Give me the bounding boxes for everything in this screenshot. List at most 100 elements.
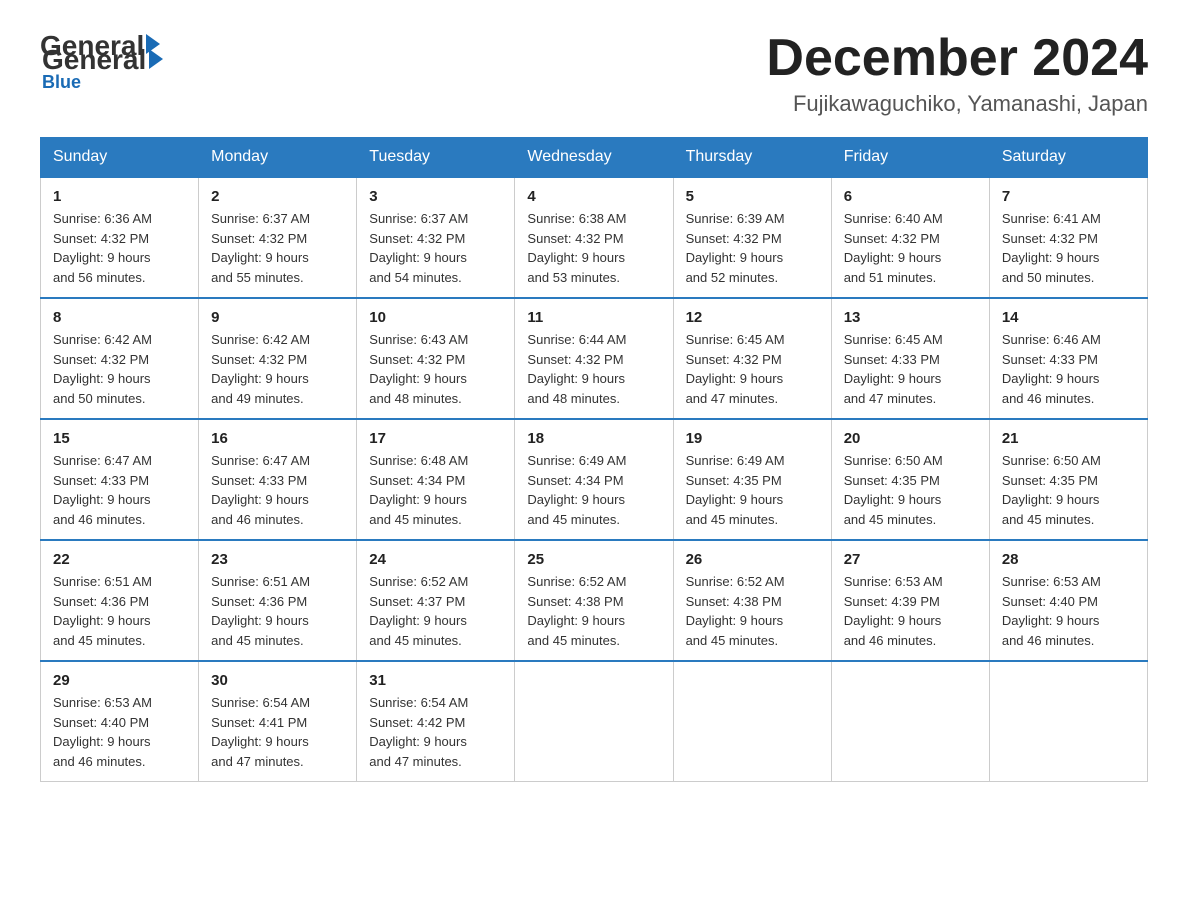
day-number: 10 (369, 309, 502, 326)
day-number: 7 (1002, 188, 1135, 205)
day-info: Sunrise: 6:46 AM Sunset: 4:33 PM Dayligh… (1002, 330, 1135, 408)
day-number: 14 (1002, 309, 1135, 326)
day-info: Sunrise: 6:52 AM Sunset: 4:38 PM Dayligh… (527, 572, 660, 650)
table-row: 30 Sunrise: 6:54 AM Sunset: 4:41 PM Dayl… (199, 661, 357, 782)
col-saturday: Saturday (989, 138, 1147, 178)
col-friday: Friday (831, 138, 989, 178)
day-number: 28 (1002, 551, 1135, 568)
day-info: Sunrise: 6:43 AM Sunset: 4:32 PM Dayligh… (369, 330, 502, 408)
table-row: 2 Sunrise: 6:37 AM Sunset: 4:32 PM Dayli… (199, 177, 357, 298)
table-row: 25 Sunrise: 6:52 AM Sunset: 4:38 PM Dayl… (515, 540, 673, 661)
logo-blue-text: Blue (42, 72, 81, 93)
col-thursday: Thursday (673, 138, 831, 178)
table-row: 1 Sunrise: 6:36 AM Sunset: 4:32 PM Dayli… (41, 177, 199, 298)
day-number: 11 (527, 309, 660, 326)
col-tuesday: Tuesday (357, 138, 515, 178)
table-row: 12 Sunrise: 6:45 AM Sunset: 4:32 PM Dayl… (673, 298, 831, 419)
table-row: 13 Sunrise: 6:45 AM Sunset: 4:33 PM Dayl… (831, 298, 989, 419)
day-number: 20 (844, 430, 977, 447)
day-info: Sunrise: 6:49 AM Sunset: 4:35 PM Dayligh… (686, 451, 819, 529)
page-header: General General Blue December 2024 Fujik… (40, 30, 1148, 117)
day-info: Sunrise: 6:36 AM Sunset: 4:32 PM Dayligh… (53, 209, 186, 287)
day-number: 2 (211, 188, 344, 205)
day-info: Sunrise: 6:45 AM Sunset: 4:32 PM Dayligh… (686, 330, 819, 408)
day-info: Sunrise: 6:37 AM Sunset: 4:32 PM Dayligh… (211, 209, 344, 287)
day-number: 30 (211, 672, 344, 689)
day-number: 23 (211, 551, 344, 568)
day-number: 19 (686, 430, 819, 447)
day-info: Sunrise: 6:54 AM Sunset: 4:42 PM Dayligh… (369, 693, 502, 771)
day-info: Sunrise: 6:53 AM Sunset: 4:39 PM Dayligh… (844, 572, 977, 650)
table-row (831, 661, 989, 782)
day-info: Sunrise: 6:42 AM Sunset: 4:32 PM Dayligh… (53, 330, 186, 408)
day-number: 25 (527, 551, 660, 568)
day-number: 13 (844, 309, 977, 326)
col-wednesday: Wednesday (515, 138, 673, 178)
day-number: 3 (369, 188, 502, 205)
day-info: Sunrise: 6:41 AM Sunset: 4:32 PM Dayligh… (1002, 209, 1135, 287)
table-row: 9 Sunrise: 6:42 AM Sunset: 4:32 PM Dayli… (199, 298, 357, 419)
day-number: 1 (53, 188, 186, 205)
day-number: 16 (211, 430, 344, 447)
day-number: 27 (844, 551, 977, 568)
day-info: Sunrise: 6:48 AM Sunset: 4:34 PM Dayligh… (369, 451, 502, 529)
day-info: Sunrise: 6:47 AM Sunset: 4:33 PM Dayligh… (211, 451, 344, 529)
table-row: 17 Sunrise: 6:48 AM Sunset: 4:34 PM Dayl… (357, 419, 515, 540)
day-info: Sunrise: 6:51 AM Sunset: 4:36 PM Dayligh… (211, 572, 344, 650)
day-number: 31 (369, 672, 502, 689)
col-sunday: Sunday (41, 138, 199, 178)
col-monday: Monday (199, 138, 357, 178)
day-info: Sunrise: 6:53 AM Sunset: 4:40 PM Dayligh… (53, 693, 186, 771)
table-row (989, 661, 1147, 782)
calendar-header-row: Sunday Monday Tuesday Wednesday Thursday… (41, 138, 1148, 178)
table-row: 27 Sunrise: 6:53 AM Sunset: 4:39 PM Dayl… (831, 540, 989, 661)
day-number: 17 (369, 430, 502, 447)
table-row (515, 661, 673, 782)
day-number: 8 (53, 309, 186, 326)
table-row: 22 Sunrise: 6:51 AM Sunset: 4:36 PM Dayl… (41, 540, 199, 661)
table-row: 6 Sunrise: 6:40 AM Sunset: 4:32 PM Dayli… (831, 177, 989, 298)
table-row (673, 661, 831, 782)
day-number: 26 (686, 551, 819, 568)
day-number: 6 (844, 188, 977, 205)
day-number: 21 (1002, 430, 1135, 447)
location-text: Fujikawaguchiko, Yamanashi, Japan (766, 91, 1148, 117)
day-number: 18 (527, 430, 660, 447)
day-info: Sunrise: 6:51 AM Sunset: 4:36 PM Dayligh… (53, 572, 186, 650)
table-row: 21 Sunrise: 6:50 AM Sunset: 4:35 PM Dayl… (989, 419, 1147, 540)
logo-triangle-icon (149, 49, 163, 69)
day-number: 4 (527, 188, 660, 205)
table-row: 11 Sunrise: 6:44 AM Sunset: 4:32 PM Dayl… (515, 298, 673, 419)
day-info: Sunrise: 6:50 AM Sunset: 4:35 PM Dayligh… (1002, 451, 1135, 529)
calendar-table: Sunday Monday Tuesday Wednesday Thursday… (40, 137, 1148, 782)
table-row: 14 Sunrise: 6:46 AM Sunset: 4:33 PM Dayl… (989, 298, 1147, 419)
table-row: 10 Sunrise: 6:43 AM Sunset: 4:32 PM Dayl… (357, 298, 515, 419)
day-info: Sunrise: 6:47 AM Sunset: 4:33 PM Dayligh… (53, 451, 186, 529)
table-row: 31 Sunrise: 6:54 AM Sunset: 4:42 PM Dayl… (357, 661, 515, 782)
table-row: 26 Sunrise: 6:52 AM Sunset: 4:38 PM Dayl… (673, 540, 831, 661)
month-title: December 2024 (766, 30, 1148, 87)
table-row: 16 Sunrise: 6:47 AM Sunset: 4:33 PM Dayl… (199, 419, 357, 540)
day-number: 22 (53, 551, 186, 568)
day-info: Sunrise: 6:40 AM Sunset: 4:32 PM Dayligh… (844, 209, 977, 287)
day-info: Sunrise: 6:50 AM Sunset: 4:35 PM Dayligh… (844, 451, 977, 529)
table-row: 4 Sunrise: 6:38 AM Sunset: 4:32 PM Dayli… (515, 177, 673, 298)
logo: General General Blue (40, 30, 163, 93)
table-row: 3 Sunrise: 6:37 AM Sunset: 4:32 PM Dayli… (357, 177, 515, 298)
day-number: 9 (211, 309, 344, 326)
table-row: 23 Sunrise: 6:51 AM Sunset: 4:36 PM Dayl… (199, 540, 357, 661)
day-number: 29 (53, 672, 186, 689)
day-number: 5 (686, 188, 819, 205)
table-row: 8 Sunrise: 6:42 AM Sunset: 4:32 PM Dayli… (41, 298, 199, 419)
table-row: 18 Sunrise: 6:49 AM Sunset: 4:34 PM Dayl… (515, 419, 673, 540)
title-section: December 2024 Fujikawaguchiko, Yamanashi… (766, 30, 1148, 117)
table-row: 7 Sunrise: 6:41 AM Sunset: 4:32 PM Dayli… (989, 177, 1147, 298)
day-info: Sunrise: 6:39 AM Sunset: 4:32 PM Dayligh… (686, 209, 819, 287)
day-info: Sunrise: 6:49 AM Sunset: 4:34 PM Dayligh… (527, 451, 660, 529)
table-row: 5 Sunrise: 6:39 AM Sunset: 4:32 PM Dayli… (673, 177, 831, 298)
day-info: Sunrise: 6:53 AM Sunset: 4:40 PM Dayligh… (1002, 572, 1135, 650)
table-row: 28 Sunrise: 6:53 AM Sunset: 4:40 PM Dayl… (989, 540, 1147, 661)
day-info: Sunrise: 6:38 AM Sunset: 4:32 PM Dayligh… (527, 209, 660, 287)
day-info: Sunrise: 6:54 AM Sunset: 4:41 PM Dayligh… (211, 693, 344, 771)
day-number: 12 (686, 309, 819, 326)
